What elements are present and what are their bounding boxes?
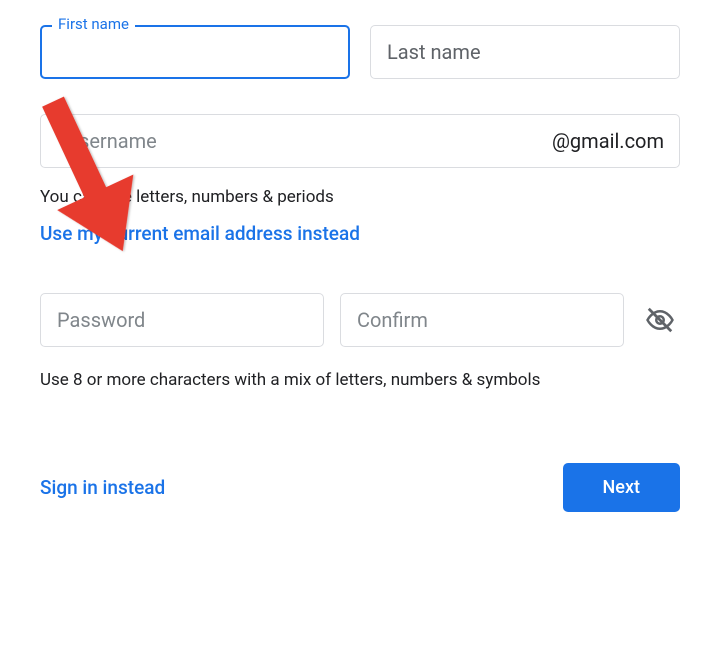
email-domain-suffix: @gmail.com	[552, 129, 664, 153]
first-name-input[interactable]	[40, 25, 350, 79]
username-wrapper: @gmail.com	[40, 114, 680, 168]
password-section: Use 8 or more characters with a mix of l…	[40, 293, 680, 393]
password-helper-text: Use 8 or more characters with a mix of l…	[40, 369, 680, 393]
first-name-wrapper: First name	[40, 25, 350, 79]
sign-in-instead-link[interactable]: Sign in instead	[40, 476, 165, 499]
visibility-off-icon[interactable]	[640, 300, 680, 340]
password-wrapper	[40, 293, 324, 347]
confirm-wrapper	[340, 293, 624, 347]
password-row	[40, 293, 680, 347]
name-row: First name	[40, 25, 680, 79]
next-button[interactable]: Next	[563, 463, 680, 512]
first-name-label: First name	[52, 15, 135, 33]
password-input[interactable]	[40, 293, 324, 347]
confirm-input[interactable]	[340, 293, 624, 347]
last-name-input[interactable]	[370, 25, 680, 79]
use-current-email-link[interactable]: Use my current email address instead	[40, 222, 360, 245]
bottom-actions: Sign in instead Next	[40, 463, 680, 512]
last-name-wrapper	[370, 25, 680, 79]
username-helper-text: You can use letters, numbers & periods	[40, 186, 680, 210]
